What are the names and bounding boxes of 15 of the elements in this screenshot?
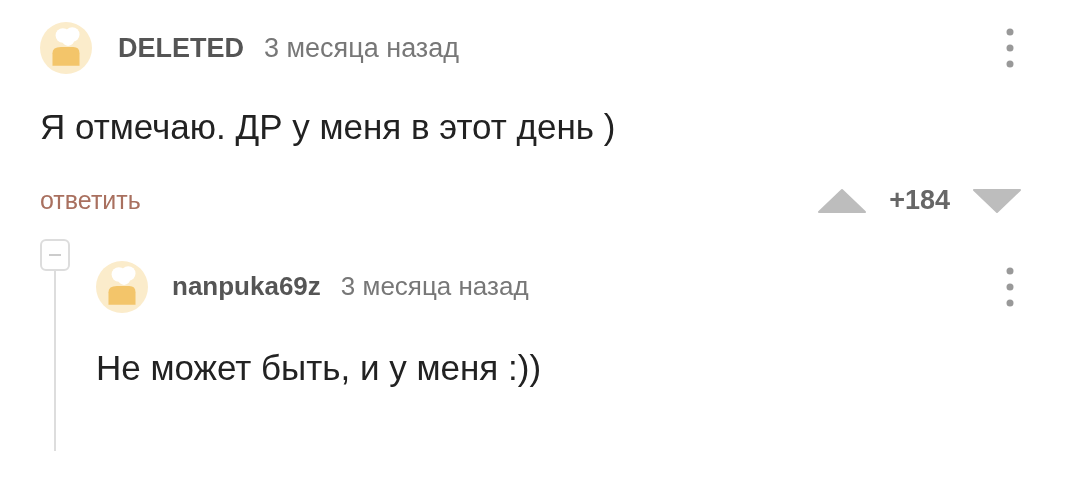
more-icon[interactable] — [1006, 28, 1014, 68]
username[interactable]: DELETED — [118, 32, 244, 64]
collapse-icon[interactable] — [40, 238, 70, 271]
avatar-icon — [40, 22, 92, 74]
more-icon[interactable] — [1006, 266, 1014, 307]
upvote-icon[interactable] — [817, 187, 868, 214]
comment-text: Не может быть, и у меня :)) — [96, 348, 543, 387]
reply-link[interactable]: ответить — [40, 186, 141, 215]
username[interactable]: nanpuka69z — [172, 271, 321, 302]
avatar-icon — [96, 260, 148, 313]
comment-time: 3 месяца назад — [264, 32, 459, 64]
downvote-icon[interactable] — [972, 187, 1022, 214]
comment-time: 3 месяца назад — [340, 271, 529, 302]
rating: +184 — [889, 185, 950, 216]
comment-text: Я отмечаю. ДР у меня в этот день ) — [40, 108, 617, 147]
